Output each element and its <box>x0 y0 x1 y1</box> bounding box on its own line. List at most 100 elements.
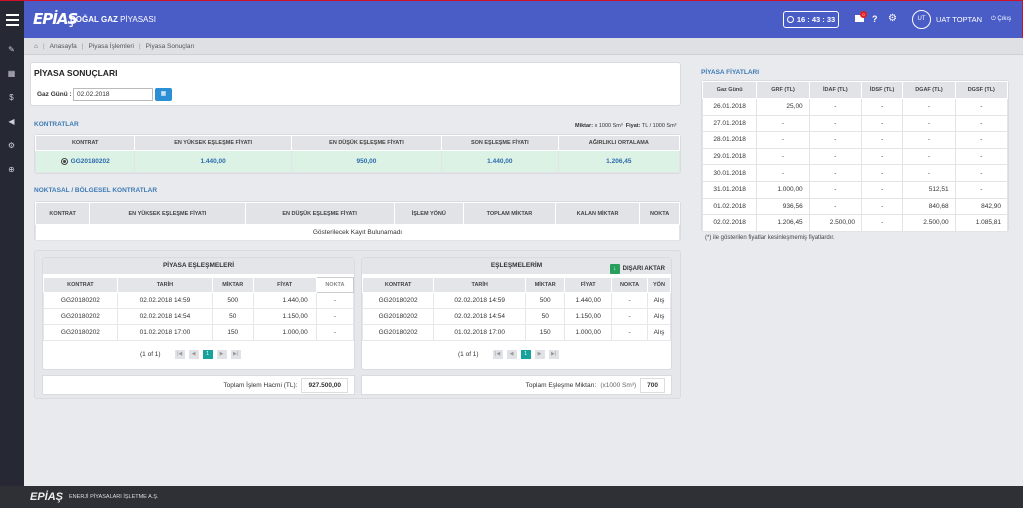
col-weighted-average: AĞIRLIKLI ORTALAMA <box>557 135 681 151</box>
market-prices-table: Gaz Günü GRF (TL) İDAF (TL) İDSF (TL) DG… <box>701 80 1009 232</box>
contract-radio[interactable] <box>60 157 68 165</box>
table-row[interactable]: GG20180202 01.02.2018 17:00 150 1.000,00- <box>43 324 355 341</box>
column-header: DGAF (TL) <box>902 81 956 99</box>
gear-icon[interactable]: ⚙ <box>888 13 897 24</box>
table-cell: 150 <box>212 324 254 341</box>
table-cell: - <box>861 147 904 166</box>
table-cell: - <box>808 197 863 216</box>
table-row[interactable]: GG20180202 01.02.2018 17:00 150 1.000,00- Al… <box>361 324 672 341</box>
table-cell: GG20180202 <box>43 324 118 341</box>
total-quantity: Toplam Eşleşme Miktarı: (x1000 Sm³) 700 <box>361 375 672 395</box>
prices-note: (*) ile gösterilen fiyatlar kesinleşmemi… <box>705 235 835 241</box>
table-row: 27.01.2018- - - - - <box>701 114 1009 133</box>
table-cell: 26.01.2018 <box>701 98 758 116</box>
table-cell: GG20180202 <box>361 292 435 309</box>
next-page-button[interactable]: ▶ <box>216 350 227 359</box>
market-prices-title: PİYASA FİYATLARI <box>701 69 760 76</box>
table-cell: GG20180202 <box>361 324 435 341</box>
table-row[interactable]: GG20180202 02.02.2018 14:59 500 1.440,00- Al… <box>361 292 672 309</box>
column-header: MİKTAR <box>212 277 254 293</box>
table-row[interactable]: GG20180202 02.02.2018 14:54 50 1.150,00- Alı… <box>361 308 672 325</box>
column-header: Gaz Günü <box>701 81 758 99</box>
column-header: İŞLEM YÖNÜ <box>393 202 464 225</box>
table-cell: - <box>315 308 355 325</box>
table-cell: - <box>861 180 904 199</box>
breadcrumb-market-results: Piyasa Sonuçları <box>145 42 195 50</box>
page-button[interactable]: 1 <box>520 350 531 359</box>
gas-day-input[interactable]: 02.02.2018 <box>73 88 153 101</box>
plus-circle-icon[interactable]: ⊕ <box>7 166 16 174</box>
footer: EPİAŞ ENERJİ PİYASALARI İŞLETME A.Ş. <box>0 486 1023 508</box>
column-header: KONTRAT <box>43 277 118 293</box>
table-cell: - <box>902 114 956 133</box>
table-cell: - <box>902 131 956 149</box>
last-page-button[interactable]: ▶| <box>230 350 241 359</box>
prev-page-button[interactable]: ◀ <box>506 350 517 359</box>
first-page-button[interactable]: |◀ <box>492 350 503 359</box>
user-name[interactable]: UAT TOPTAN <box>936 15 982 24</box>
table-cell: 840,68 <box>902 197 956 216</box>
table-cell: - <box>808 164 863 182</box>
column-header: NOKTA <box>639 202 680 225</box>
table-row: 26.01.2018 25,00- - - - <box>701 98 1009 116</box>
breadcrumb-market-operations[interactable]: Piyasa İşlemleri <box>88 43 134 50</box>
table-cell: - <box>954 164 1009 182</box>
settings-icon[interactable]: ⚙ <box>7 142 16 150</box>
table-cell: - <box>861 214 904 232</box>
page-button[interactable]: 1 <box>202 350 213 359</box>
contracts-table: KONTRAT EN YÜKSEK EŞLEŞME FİYATI EN DÜŞÜ… <box>34 134 681 174</box>
table-cell: 2.500,00 <box>808 214 863 232</box>
table-row: 30.01.2018- - - - - <box>701 164 1009 182</box>
col-highest-price: EN YÜKSEK EŞLEŞME FİYATI <box>134 135 292 151</box>
table-cell: 50 <box>212 308 254 325</box>
export-button[interactable]: ↓ DIŞARI AKTAR <box>609 261 665 277</box>
table-cell: 500 <box>212 292 254 309</box>
avatar[interactable]: UT <box>912 10 931 29</box>
nokta-filter[interactable]: NOKTA <box>315 277 355 293</box>
table-row[interactable]: GG20180202 02.02.2018 14:54 50 1.150,00- <box>43 308 355 325</box>
table-cell: - <box>954 131 1009 149</box>
app-title: DOĞAL GAZ PİYASASI <box>70 15 156 24</box>
logout-link[interactable]: ⏻ Çıkış <box>991 16 1011 23</box>
chart-icon[interactable]: ▦ <box>7 70 16 78</box>
page-title: PİYASA SONUÇLARI <box>34 68 118 78</box>
last-page-button[interactable]: ▶| <box>548 350 559 359</box>
edit-icon[interactable]: ✎ <box>7 46 16 54</box>
column-header: DGSF (TL) <box>954 81 1009 99</box>
table-cell: 01.02.2018 17:00 <box>116 324 214 341</box>
help-icon[interactable]: ? <box>872 14 878 24</box>
table-row[interactable]: GG20180202 02.02.2018 14:59 500 1.440,00- <box>43 292 355 309</box>
col-lowest-price: EN DÜŞÜK EŞLEŞME FİYATI <box>290 135 442 151</box>
table-cell: - <box>756 164 810 182</box>
table-cell: - <box>902 98 956 116</box>
column-header: FİYAT <box>252 277 317 293</box>
table-cell: GG20180202 <box>361 308 435 325</box>
table-cell: - <box>861 197 904 216</box>
breadcrumb-home[interactable]: Anasayfa <box>50 43 77 50</box>
column-header: GRF (TL) <box>756 81 810 99</box>
table-row: 02.02.2018 1.206,45 2.500,00-2.500,00 1.085… <box>701 214 1009 232</box>
regional-contracts-title: NOKTASAL / BÖLGESEL KONTRATLAR <box>34 187 158 194</box>
my-matches-panel: EŞLEŞMELERİM ↓ DIŞARI AKTAR KONTRAT TARİH… <box>361 257 672 370</box>
megaphone-icon[interactable]: ◀ <box>7 118 16 126</box>
table-row[interactable]: GG20180202 1.440,00 950,00 1.440,00 1.20… <box>34 150 681 173</box>
clock-icon <box>786 16 794 23</box>
table-cell: Alış <box>646 324 672 341</box>
first-page-button[interactable]: |◀ <box>174 350 185 359</box>
calendar-icon[interactable]: ▦ <box>155 88 172 101</box>
table-cell: - <box>611 292 648 309</box>
top-bar: EPİAŞ DOĞAL GAZ PİYASASI 16 : 43 : 33 0 … <box>0 0 1023 39</box>
table-cell: 1.206,45 <box>756 214 810 232</box>
table-cell: - <box>756 147 810 166</box>
hamburger-icon[interactable] <box>0 1 24 39</box>
next-page-button[interactable]: ▶ <box>534 350 545 359</box>
prev-page-button[interactable]: ◀ <box>188 350 199 359</box>
my-matches-pager: (1 of 1) |◀ ◀ 1 ▶ ▶| <box>458 350 559 359</box>
coins-icon[interactable]: $ <box>7 94 16 102</box>
home-icon[interactable]: ⌂ <box>34 43 38 50</box>
table-cell: - <box>808 131 863 149</box>
column-header: EN DÜŞÜK EŞLEŞME FİYATI <box>244 202 395 225</box>
table-cell: 02.02.2018 14:59 <box>433 292 527 309</box>
total-volume: Toplam İşlem Hacmi (TL): 927.500,00 <box>42 375 355 395</box>
table-cell: 1.440,00 <box>252 292 317 309</box>
